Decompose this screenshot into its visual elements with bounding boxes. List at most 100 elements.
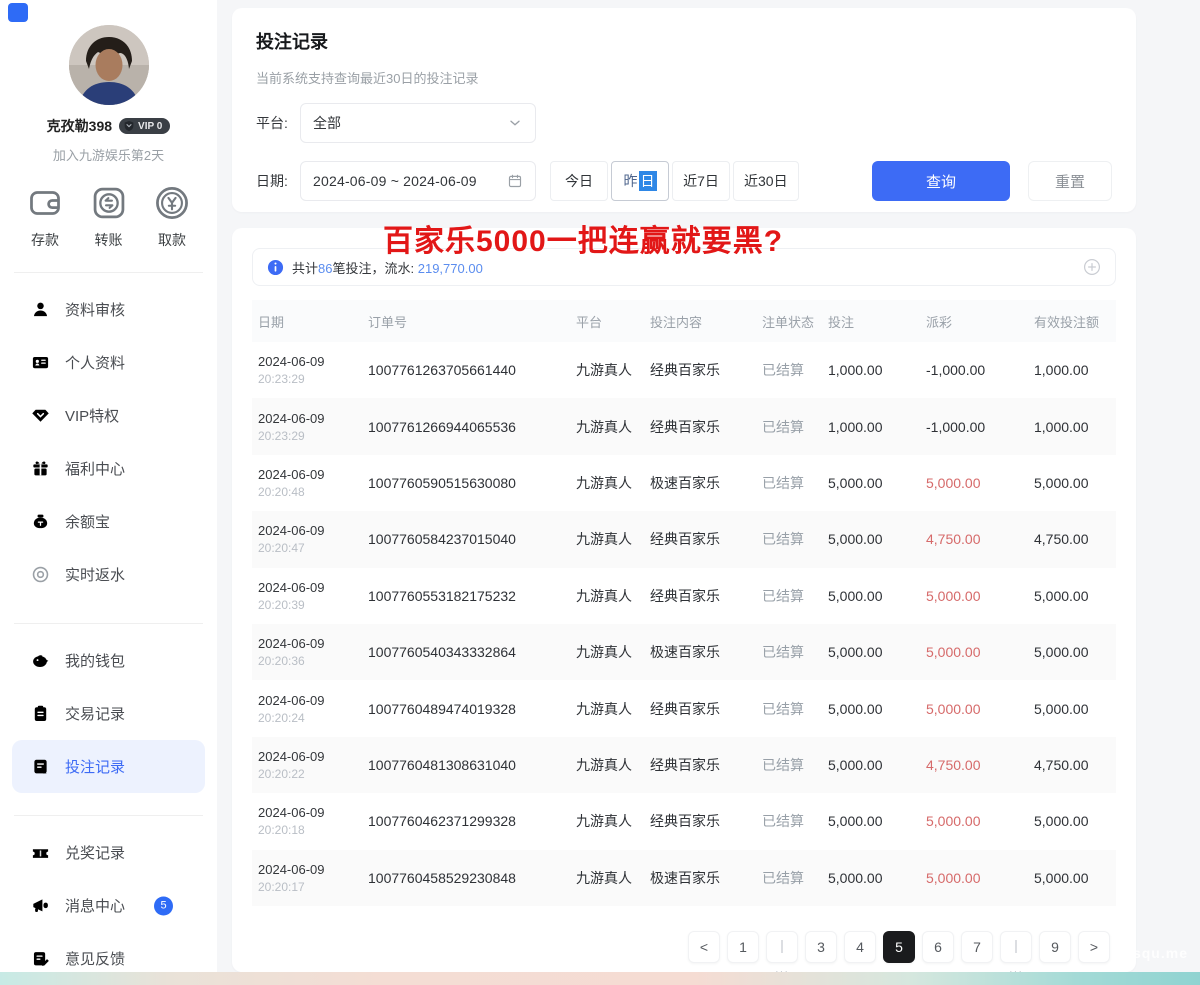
cell-bet-amount: 5,000.00: [828, 757, 926, 773]
page-button-3[interactable]: 3: [805, 931, 837, 963]
cell-status: 已结算: [762, 699, 828, 719]
cell-payout: 5,000.00: [926, 475, 1034, 491]
summary-text: 共计86笔投注，流水: 219,770.00: [292, 258, 483, 277]
cell-bet-content: 极速百家乐: [650, 868, 762, 888]
cell-valid-bet: 5,000.00: [1034, 644, 1110, 660]
sidebar-item-label: 兑奖记录: [65, 842, 125, 863]
cell-status: 已结算: [762, 473, 828, 493]
cell-bet-content: 经典百家乐: [650, 417, 762, 437]
page-button-9[interactable]: 9: [1039, 931, 1071, 963]
cell-valid-bet: 1,000.00: [1034, 362, 1110, 378]
avatar-photo: [69, 25, 149, 105]
join-days-text: 加入九游娱乐第2天: [0, 145, 217, 164]
sidebar-item-label: 资料审核: [65, 299, 125, 320]
corner-chip: [8, 3, 28, 22]
cell-date: 2024-06-0920:20:24: [258, 693, 368, 725]
sidebar-item-profile[interactable]: 个人资料: [12, 336, 205, 389]
transfer-icon: [90, 184, 128, 222]
page-button-5[interactable]: 5: [883, 931, 915, 963]
bet-records-table: 日期订单号平台投注内容注单状态投注派彩有效投注额 2024-06-0920:23…: [252, 300, 1116, 906]
page-ellipsis-button[interactable]: [766, 931, 798, 963]
nav-section: 我的钱包 交易记录 投注记录: [0, 624, 217, 793]
cell-bet-amount: 5,000.00: [828, 701, 926, 717]
cell-valid-bet: 1,000.00: [1034, 419, 1110, 435]
cell-order-number: 1007760553182175232: [368, 588, 576, 604]
plus-circle-icon[interactable]: [1083, 258, 1101, 276]
sidebar-item-transactions[interactable]: 交易记录: [12, 687, 205, 740]
reset-button[interactable]: 重置: [1028, 161, 1112, 201]
cell-order-number: 1007760489474019328: [368, 701, 576, 717]
sidebar-item-rebate[interactable]: 实时返水: [12, 548, 205, 601]
cell-status: 已结算: [762, 755, 828, 775]
sidebar-item-vip[interactable]: VIP特权: [12, 389, 205, 442]
page-button-6[interactable]: 6: [922, 931, 954, 963]
cell-status: 已结算: [762, 529, 828, 549]
page-button-4[interactable]: 4: [844, 931, 876, 963]
cell-bet-amount: 1,000.00: [828, 362, 926, 378]
quick-range-group: 今日昨日近7日近30日: [550, 161, 799, 201]
deposit-button[interactable]: 存款: [26, 184, 64, 250]
cell-order-number: 1007760590515630080: [368, 475, 576, 491]
sidebar-item-message[interactable]: 消息中心 5: [12, 879, 205, 932]
cell-bet-amount: 5,000.00: [828, 644, 926, 660]
platform-select[interactable]: 全部: [300, 103, 536, 143]
sidebar-item-label: 投注记录: [65, 756, 125, 777]
cell-date: 2024-06-0920:23:29: [258, 354, 368, 386]
date-range-input[interactable]: 2024-06-09 ~ 2024-06-09: [300, 161, 536, 201]
page-button-7[interactable]: 7: [961, 931, 993, 963]
cell-status: 已结算: [762, 811, 828, 831]
audit-icon: [31, 300, 50, 319]
betting-records-page: 克孜勒398 VIP 0 加入九游娱乐第2天 存款 转账 取款 资料审核: [0, 0, 1200, 985]
cell-bet-amount: 1,000.00: [828, 419, 926, 435]
cell-bet-content: 经典百家乐: [650, 586, 762, 606]
prev-page-button[interactable]: <: [688, 931, 720, 963]
cell-order-number: 1007761266944065536: [368, 419, 576, 435]
table-row: 2024-06-0920:20:24 1007760489474019328 九…: [252, 680, 1116, 736]
transfer-button[interactable]: 转账: [90, 184, 128, 250]
table-row: 2024-06-0920:23:29 1007761263705661440 九…: [252, 342, 1116, 398]
column-header: 注单状态: [762, 312, 828, 331]
quick-range-今日[interactable]: 今日: [550, 161, 608, 201]
cell-bet-content: 经典百家乐: [650, 699, 762, 719]
search-button[interactable]: 查询: [872, 161, 1010, 201]
column-header: 投注内容: [650, 312, 762, 331]
date-label: 日期:: [256, 171, 300, 191]
sidebar: 克孜勒398 VIP 0 加入九游娱乐第2天 存款 转账 取款 资料审核: [0, 0, 217, 985]
calendar-icon: [507, 173, 523, 189]
sidebar-item-label: VIP特权: [65, 405, 119, 426]
rebate-icon: [31, 565, 50, 584]
next-page-button[interactable]: >: [1078, 931, 1110, 963]
sidebar-item-audit[interactable]: 资料审核: [12, 283, 205, 336]
cell-bet-content: 经典百家乐: [650, 360, 762, 380]
column-header: 平台: [576, 312, 650, 331]
cell-status: 已结算: [762, 417, 828, 437]
sidebar-item-prize[interactable]: 兑奖记录: [12, 826, 205, 879]
sidebar-item-wallet[interactable]: 我的钱包: [12, 634, 205, 687]
sidebar-item-label: 意见反馈: [65, 948, 125, 969]
cell-payout: 5,000.00: [926, 701, 1034, 717]
withdraw-button[interactable]: 取款: [153, 184, 191, 250]
cell-payout: -1,000.00: [926, 362, 1034, 378]
avatar: [69, 25, 149, 105]
page-ellipsis-button[interactable]: [1000, 931, 1032, 963]
unread-count-badge: 5: [154, 896, 173, 915]
platform-select-value: 全部: [313, 113, 499, 133]
page-button-1[interactable]: 1: [727, 931, 759, 963]
cell-date: 2024-06-0920:20:17: [258, 862, 368, 894]
cell-bet-amount: 5,000.00: [828, 531, 926, 547]
cell-platform: 九游真人: [576, 417, 650, 437]
quick-range-近30日[interactable]: 近30日: [733, 161, 799, 201]
sidebar-item-label: 交易记录: [65, 703, 125, 724]
sidebar-nav: 资料审核 个人资料 VIP特权 福利中心 余额宝: [0, 273, 217, 985]
cell-platform: 九游真人: [576, 868, 650, 888]
quick-range-近7日[interactable]: 近7日: [672, 161, 730, 201]
cell-date: 2024-06-0920:20:18: [258, 805, 368, 837]
sidebar-item-bets[interactable]: 投注记录: [12, 740, 205, 793]
quick-range-昨日[interactable]: 昨日: [611, 161, 669, 201]
table-row: 2024-06-0920:20:47 1007760584237015040 九…: [252, 511, 1116, 567]
sidebar-item-welfare[interactable]: 福利中心: [12, 442, 205, 495]
chevron-down-icon: [507, 115, 523, 131]
table-row: 2024-06-0920:20:39 1007760553182175232 九…: [252, 568, 1116, 624]
cell-payout: 5,000.00: [926, 588, 1034, 604]
sidebar-item-yuebao[interactable]: 余额宝: [12, 495, 205, 548]
